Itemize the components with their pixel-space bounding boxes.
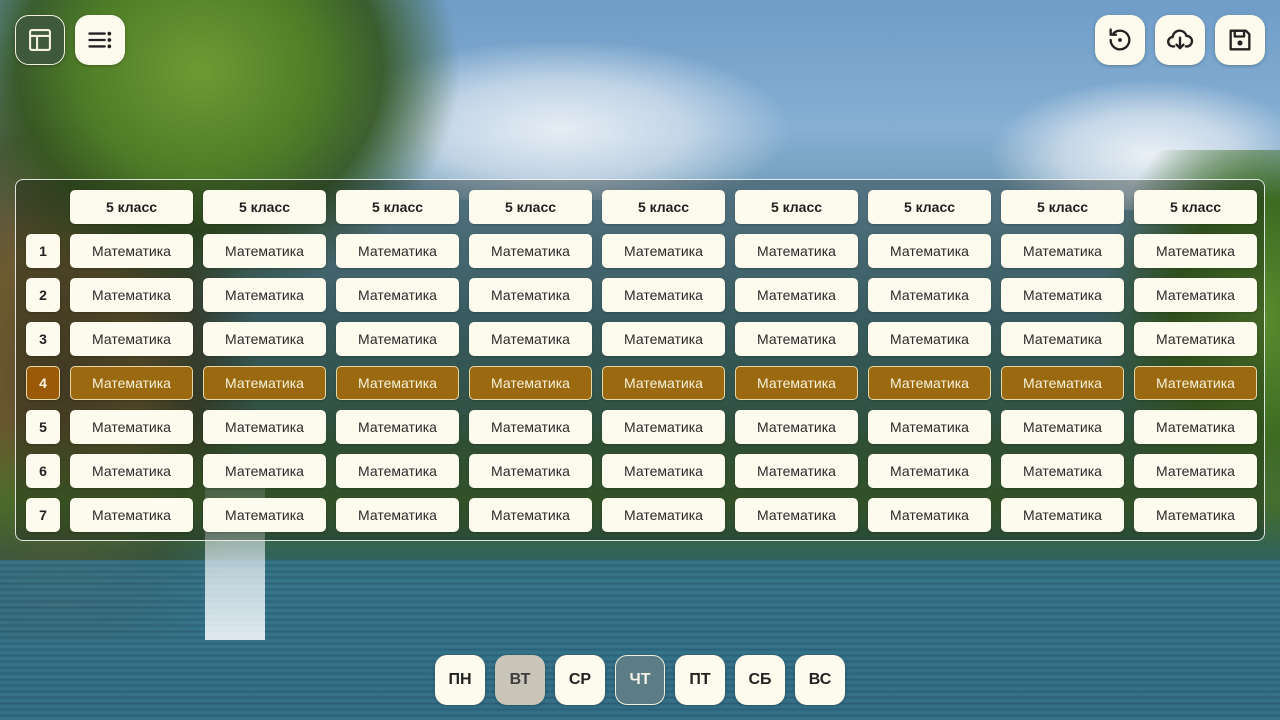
lesson-cell[interactable]: Математика [1001,454,1124,488]
lesson-cell[interactable]: Математика [1134,322,1257,356]
lesson-cell[interactable]: Математика [336,234,459,268]
reset-icon [1109,28,1131,51]
lesson-cell[interactable]: Математика [868,366,991,400]
lesson-cell[interactable]: Математика [336,498,459,532]
lesson-number: 6 [26,454,60,488]
reset-button[interactable] [1095,15,1145,65]
lesson-number: 1 [26,234,60,268]
lesson-cell[interactable]: Математика [1001,234,1124,268]
lesson-cell[interactable]: Математика [602,278,725,312]
lesson-cell[interactable]: Математика [336,454,459,488]
lesson-cell[interactable]: Математика [1134,278,1257,312]
lesson-cell[interactable]: Математика [336,278,459,312]
class-header[interactable]: 5 класс [1134,190,1257,224]
lesson-cell[interactable]: Математика [735,454,858,488]
class-header[interactable]: 5 класс [203,190,326,224]
class-header[interactable]: 5 класс [70,190,193,224]
lesson-cell[interactable]: Математика [868,410,991,444]
lesson-cell[interactable]: Математика [70,454,193,488]
lesson-cell[interactable]: Математика [1134,234,1257,268]
class-header[interactable]: 5 класс [602,190,725,224]
lesson-number: 2 [26,278,60,312]
class-header[interactable]: 5 класс [735,190,858,224]
lesson-cell[interactable]: Математика [735,366,858,400]
lesson-cell[interactable]: Математика [70,366,193,400]
class-header[interactable]: 5 класс [868,190,991,224]
class-header[interactable]: 5 класс [1001,190,1124,224]
schedule-panel: 5 класс 5 класс 5 класс 5 класс 5 класс 5 кла… [15,179,1265,541]
day-button[interactable]: ЧТ [615,655,665,705]
lesson-cell[interactable]: Математика [203,454,326,488]
day-button[interactable]: ВС [795,655,845,705]
lesson-cell[interactable]: Математика [203,366,326,400]
day-button[interactable]: ПН [435,655,485,705]
list-view-button[interactable] [75,15,125,65]
lesson-number: 4 [26,366,60,400]
lesson-cell[interactable]: Математика [203,234,326,268]
day-button[interactable]: СБ [735,655,785,705]
save-icon [1229,29,1251,51]
lesson-cell[interactable]: Математика [469,234,592,268]
lesson-cell[interactable]: Математика [1001,366,1124,400]
lesson-cell[interactable]: Математика [1001,410,1124,444]
lesson-cell[interactable]: Математика [203,278,326,312]
day-button[interactable]: ПТ [675,655,725,705]
lesson-cell[interactable]: Математика [1001,322,1124,356]
lesson-cell[interactable]: Математика [868,234,991,268]
day-button[interactable]: СР [555,655,605,705]
lesson-cell[interactable]: Математика [1001,498,1124,532]
lesson-cell[interactable]: Математика [602,410,725,444]
lesson-cell[interactable]: Математика [336,322,459,356]
lesson-number: 5 [26,410,60,444]
lesson-cell[interactable]: Математика [602,498,725,532]
lesson-cell[interactable]: Математика [868,278,991,312]
lesson-cell[interactable]: Математика [868,454,991,488]
lesson-cell[interactable]: Математика [868,498,991,532]
lesson-cell[interactable]: Математика [735,410,858,444]
lesson-cell[interactable]: Математика [70,322,193,356]
cloud-download-button[interactable] [1155,15,1205,65]
lesson-cell[interactable]: Математика [735,278,858,312]
lesson-cell[interactable]: Математика [735,322,858,356]
lesson-cell[interactable]: Математика [1134,410,1257,444]
lesson-cell[interactable]: Математика [70,278,193,312]
background-cloud [330,30,790,200]
layout-view-button[interactable] [15,15,65,65]
lesson-cell[interactable]: Математика [469,410,592,444]
lesson-cell[interactable]: Математика [602,234,725,268]
lesson-cell[interactable]: Математика [469,454,592,488]
lesson-cell[interactable]: Математика [602,454,725,488]
lesson-cell[interactable]: Математика [70,410,193,444]
lesson-cell[interactable]: Математика [602,322,725,356]
lesson-cell[interactable]: Математика [602,366,725,400]
lesson-number: 7 [26,498,60,532]
lesson-cell[interactable]: Математика [70,234,193,268]
lesson-cell[interactable]: Математика [70,498,193,532]
lesson-cell[interactable]: Математика [735,498,858,532]
lesson-cell[interactable]: Математика [1134,454,1257,488]
lesson-cell[interactable]: Математика [469,498,592,532]
lesson-cell[interactable]: Математика [469,278,592,312]
lesson-cell[interactable]: Математика [868,322,991,356]
lesson-cell[interactable]: Математика [1134,498,1257,532]
lesson-cell[interactable]: Математика [203,322,326,356]
lesson-cell[interactable]: Математика [735,234,858,268]
lesson-number: 3 [26,322,60,356]
lesson-cell[interactable]: Математика [336,366,459,400]
lesson-cell[interactable]: Математика [203,410,326,444]
class-header[interactable]: 5 класс [336,190,459,224]
day-button[interactable]: ВТ [495,655,545,705]
class-header[interactable]: 5 класс [469,190,592,224]
save-button[interactable] [1215,15,1265,65]
cloud-download-icon [1167,29,1194,50]
list-icon [88,31,112,49]
lesson-cell[interactable]: Математика [469,366,592,400]
lesson-cell[interactable]: Математика [1001,278,1124,312]
lesson-cell[interactable]: Математика [1134,366,1257,400]
lesson-cell[interactable]: Математика [469,322,592,356]
lesson-cell[interactable]: Математика [336,410,459,444]
layout-icon [29,29,51,51]
lesson-cell[interactable]: Математика [203,498,326,532]
